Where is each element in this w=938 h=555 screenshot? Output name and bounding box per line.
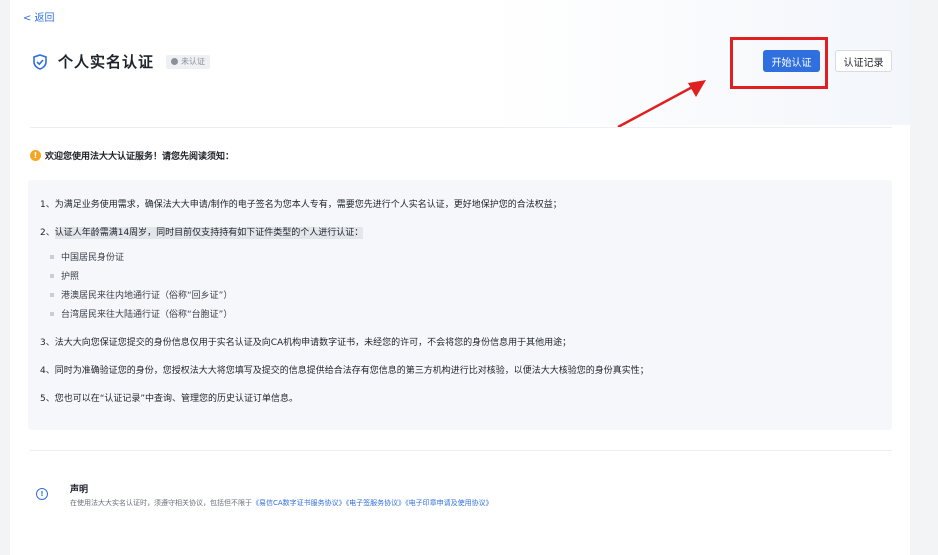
e-seal-agreement-link[interactable]: 《电子印章申请及使用协议》 — [405, 499, 493, 507]
terms-item-1: 1、为满足业务使用需求，确保法大大申请/制作的电子签名为您本人专有，需要您先进行… — [40, 200, 562, 210]
terms-item-4: 4、同时为准确验证您的身份，您授权法大大将您填写及提交的信息提供给合法存有您信息… — [40, 366, 649, 376]
id-type-label: 护照 — [61, 272, 80, 282]
id-type-label: 台湾居民来往大陆通行证（俗称“台胞证”） — [61, 310, 233, 320]
terms-item-3: 3、法大大向您保证您提交的身份信息仅用于实名认证及向CA机构申请数字证书，未经您… — [40, 338, 572, 348]
id-type-item: 中国居民身份证 — [50, 250, 124, 263]
notice-banner: ! 欢迎您使用法大大认证服务！请您先阅读须知： — [30, 149, 234, 162]
id-type-item: 护照 — [50, 269, 79, 282]
id-type-label: 港澳居民来往内地通行证（俗称“回乡证”） — [61, 291, 233, 301]
warning-icon: ! — [30, 150, 41, 161]
red-arrow-annotation — [617, 80, 706, 129]
shield-status-icon — [171, 58, 179, 65]
shield-check-icon — [33, 53, 47, 70]
bullet-icon — [50, 292, 54, 297]
terms-item-5: 5、您也可以在“认证记录”中查询、管理您的历史认证订单信息。 — [40, 394, 299, 404]
back-link[interactable]: < 返回 — [23, 9, 55, 24]
declaration-body: 在使用法大大实名认证时，须遵守相关协议，包括但不限于 — [70, 499, 252, 507]
divider — [30, 450, 892, 451]
start-verification-button[interactable]: 开始认证 — [763, 50, 820, 72]
id-type-item: 台湾居民来往大陆通行证（俗称“台胞证”） — [50, 307, 232, 320]
e-signature-agreement-link[interactable]: 《电子签服务协议》 — [346, 499, 406, 507]
bullet-icon — [50, 311, 54, 316]
divider — [30, 127, 892, 128]
notice-text: 欢迎您使用法大大认证服务！请您先阅读须知： — [45, 152, 235, 162]
terms-box: 1、为满足业务使用需求，确保法大大申请/制作的电子签名为您本人专有，需要您先进行… — [28, 180, 892, 430]
status-badge-label: 未认证 — [181, 57, 206, 66]
id-type-item: 港澳居民来往内地通行证（俗称“回乡证”） — [50, 288, 232, 301]
terms-item-2-text: 认证人年龄需满14周岁，同时目前仅支持持有如下证件类型的个人进行认证： — [54, 227, 364, 239]
status-badge: 未认证 — [166, 54, 211, 69]
page-header: 个人实名认证 未认证 — [32, 51, 211, 72]
bullet-icon — [50, 254, 54, 259]
declaration-title: 声明 — [70, 485, 89, 495]
bullet-icon — [50, 273, 54, 278]
declaration-text: 在使用法大大实名认证时，须遵守相关协议，包括但不限于《易信CA数字证书服务协议》… — [70, 498, 493, 508]
terms-item-2-number: 2、 — [40, 228, 55, 238]
verification-records-button[interactable]: 认证记录 — [835, 50, 892, 72]
page-title: 个人实名认证 — [58, 53, 155, 71]
info-icon: ! — [36, 488, 48, 500]
id-type-label: 中国居民身份证 — [61, 253, 125, 263]
terms-item-2: 2、认证人年龄需满14周岁，同时目前仅支持持有如下证件类型的个人进行认证： — [40, 225, 364, 239]
ca-certificate-agreement-link[interactable]: 《易信CA数字证书服务协议》 — [252, 499, 346, 507]
